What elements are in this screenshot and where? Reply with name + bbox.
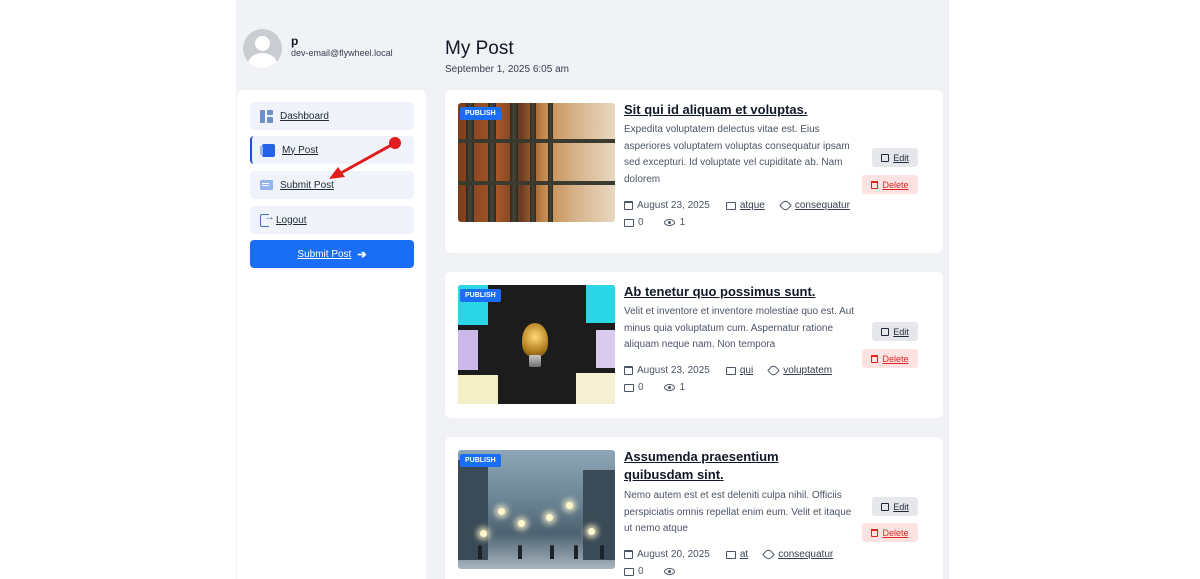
edit-icon — [881, 153, 890, 162]
annotation-arrow — [329, 137, 401, 179]
status-badge: PUBLISH — [460, 454, 501, 467]
page-date: September 1, 2025 6:05 am — [445, 64, 569, 75]
status-badge: PUBLISH — [460, 107, 501, 120]
comment-count: 0 — [638, 566, 644, 577]
delete-button[interactable]: Delete — [862, 349, 918, 368]
category-link[interactable]: qui — [740, 365, 753, 376]
edit-icon — [881, 327, 890, 336]
tag-link[interactable]: consequatur — [778, 549, 833, 560]
edit-button[interactable]: Edit — [872, 322, 918, 341]
post-thumbnail[interactable]: PUBLISH — [458, 450, 615, 569]
logout-icon — [260, 211, 275, 227]
post-stats: 0 1 — [624, 217, 701, 228]
user-profile: p dev-email@flywheel.local — [243, 29, 433, 69]
post-stats: 0 1 — [624, 382, 701, 393]
folder-icon — [725, 366, 736, 375]
eye-icon — [663, 219, 675, 226]
page-title: My Post — [445, 38, 514, 59]
post-title-link[interactable]: Assumenda praesentium quibusdam sint. — [624, 448, 849, 484]
calendar-icon — [624, 201, 633, 210]
tag-icon — [767, 364, 781, 377]
trash-icon — [871, 354, 879, 363]
post-card: PUBLISH Sit qui id aliquam et voluptas. … — [445, 90, 943, 253]
edit-icon — [881, 502, 890, 511]
sidebar-item-label: Dashboard — [280, 110, 329, 122]
comment-icon — [624, 218, 634, 227]
post-thumbnail[interactable]: PUBLISH — [458, 285, 615, 404]
category-link[interactable]: at — [740, 549, 748, 560]
submit-post-button[interactable]: Submit Post ➔ — [250, 240, 414, 268]
post-date: August 23, 2025 — [637, 200, 710, 211]
tag-link[interactable]: consequatur — [795, 200, 850, 211]
view-count: 1 — [679, 217, 686, 228]
status-badge: PUBLISH — [460, 289, 501, 302]
edit-button[interactable]: Edit — [872, 148, 918, 167]
submit-icon — [260, 180, 273, 190]
post-excerpt: Velit et inventore et inventore molestia… — [624, 306, 855, 350]
folder-icon — [725, 550, 736, 559]
comment-count: 0 — [638, 217, 644, 228]
tag-icon — [779, 199, 792, 212]
comment-count: 0 — [638, 382, 644, 393]
dashboard-icon — [260, 109, 273, 123]
sidebar-item-logout[interactable]: Logout — [250, 206, 414, 234]
trash-icon — [871, 528, 879, 537]
tag-icon — [762, 548, 776, 561]
profile-email: dev-email@flywheel.local — [291, 48, 393, 58]
post-date: August 23, 2025 — [637, 365, 710, 376]
post-excerpt: Nemo autem est et est deleniti culpa nih… — [624, 490, 852, 534]
arrow-right-icon: ➔ — [357, 248, 367, 261]
edit-button[interactable]: Edit — [872, 497, 918, 516]
profile-name: p — [291, 34, 299, 48]
folder-icon — [725, 201, 736, 210]
post-meta: August 23, 2025 atque consequatur — [624, 199, 866, 212]
category-link[interactable]: atque — [740, 200, 765, 211]
comment-icon — [624, 567, 634, 576]
post-excerpt: Expedita voluptatem delectus vitae est. … — [624, 124, 850, 185]
post-date: August 20, 2025 — [637, 549, 710, 560]
sidebar-item-dashboard[interactable]: Dashboard — [250, 102, 414, 130]
post-title-link[interactable]: Ab tenetur quo possimus sunt. — [624, 283, 864, 301]
post-card: PUBLISH Assumenda praesentium quibusdam … — [445, 437, 943, 579]
comment-icon — [624, 383, 634, 392]
view-count: 1 — [679, 382, 686, 393]
eye-icon — [663, 384, 675, 391]
post-meta: August 20, 2025 at consequatur — [624, 548, 849, 561]
eye-icon — [663, 568, 675, 575]
tag-link[interactable]: voluptatem — [783, 365, 832, 376]
delete-button[interactable]: Delete — [862, 523, 918, 542]
post-stats: 0 — [624, 566, 696, 577]
post-meta: August 23, 2025 qui voluptatem — [624, 364, 848, 377]
post-card: PUBLISH Ab tenetur quo possimus sunt. Ve… — [445, 272, 943, 418]
calendar-icon — [624, 366, 633, 375]
sidebar-item-label: My Post — [282, 144, 319, 156]
post-icon — [260, 143, 275, 157]
trash-icon — [871, 180, 879, 189]
post-title-link[interactable]: Sit qui id aliquam et voluptas. — [624, 101, 864, 119]
calendar-icon — [624, 550, 633, 559]
delete-button[interactable]: Delete — [862, 175, 918, 194]
avatar — [243, 29, 282, 68]
post-thumbnail[interactable]: PUBLISH — [458, 103, 615, 222]
sidebar-item-label: Logout — [276, 214, 307, 226]
